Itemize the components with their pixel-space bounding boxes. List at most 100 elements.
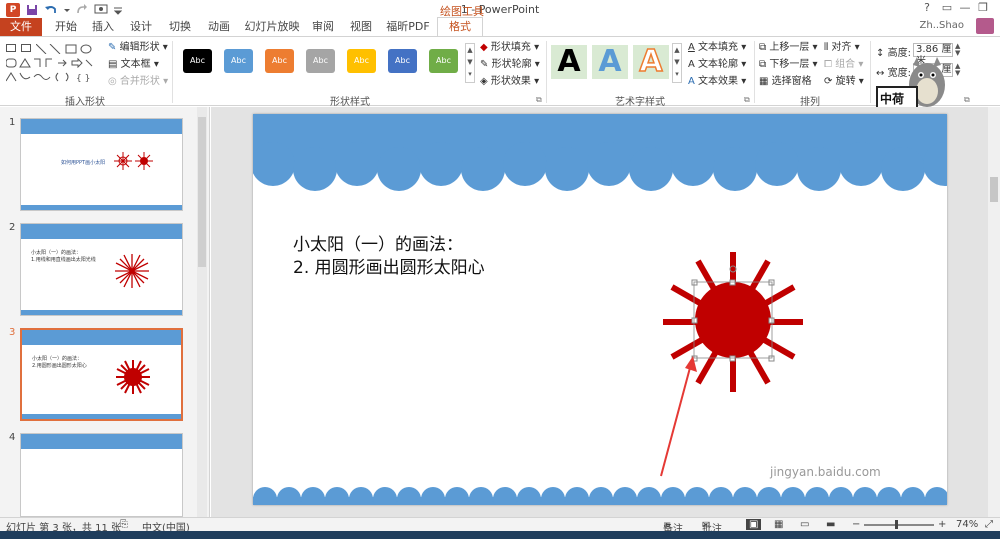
text-box-button[interactable]: ▤ 文本框 ▾ — [108, 58, 159, 72]
shape-style-gray[interactable]: Abc — [306, 49, 335, 73]
line-shapes-icon[interactable] — [36, 44, 96, 54]
title-bar: P 1 - PowerPoint 绘图工具 ? ▭ — ❐ — [0, 0, 1000, 20]
shape-style-dark-blue[interactable]: Abc — [388, 49, 417, 73]
ribbon-display-icon[interactable]: ▭ — [938, 1, 956, 17]
tab-review[interactable]: 审阅 — [308, 18, 338, 36]
user-name[interactable]: Zh..Shao — [920, 20, 964, 31]
shape-style-orange[interactable]: Abc — [265, 49, 294, 73]
text-effects-button[interactable]: A 文本效果 ▾ — [688, 75, 746, 89]
shape-style-blue[interactable]: Abc — [224, 49, 253, 73]
tab-view[interactable]: 视图 — [346, 18, 376, 36]
basic-shapes-icon[interactable] — [6, 58, 98, 68]
size-spinner-icon[interactable]: ▲ ▼ — [955, 63, 960, 77]
textbox-shape-icon[interactable] — [6, 44, 16, 52]
slide-thumbnails-panel[interactable]: 1 如何用PPT画小太阳 2 小太阳（一）的画法： 1.用线和用直线画出太阳光线… — [0, 107, 210, 517]
shape-style-gold[interactable]: Abc — [347, 49, 376, 73]
vertical-textbox-shape-icon[interactable] — [21, 44, 31, 52]
shape-fill-icon: ◆ — [480, 42, 488, 53]
shape-effects-button[interactable]: ◈ 形状效果 ▾ — [480, 75, 539, 89]
watermark-text: jingyan.baidu.com — [770, 465, 881, 479]
ribbon-tabs: 文件 开始 插入 设计 切换 动画 幻灯片放映 审阅 视图 福昕PDF 格式 Z… — [0, 17, 1000, 37]
tab-insert[interactable]: 插入 — [88, 18, 118, 36]
scrollbar-thumb[interactable] — [198, 117, 206, 267]
slide-text-line-1[interactable]: 小太阳（一）的画法： — [293, 230, 463, 255]
rotate-button[interactable]: ⟳ 旋转 ▾ — [824, 75, 864, 89]
group-separator — [172, 41, 173, 103]
thumbnail-text: 如何用PPT画小太阳 — [61, 160, 106, 166]
tab-design[interactable]: 设计 — [126, 18, 156, 36]
selection-pane-button[interactable]: ▦ 选择窗格 — [759, 75, 812, 89]
align-button[interactable]: ⫴ 对齐 ▾ — [824, 41, 860, 55]
wordart-style-black[interactable]: A — [551, 45, 587, 79]
dialog-launcher-icon[interactable]: ⧉ — [744, 95, 750, 105]
slide-canvas[interactable]: 小太阳（一）的画法： 2. 用圆形画出圆形太阳心 — [211, 107, 988, 517]
send-backward-button[interactable]: ⧉ 下移一层 ▾ — [759, 58, 818, 72]
shape-style-black[interactable]: Abc — [183, 49, 212, 73]
reading-view-icon[interactable]: ▭ — [800, 519, 809, 530]
merge-shapes-button[interactable]: ◎ 合并形状 ▾ — [108, 75, 168, 89]
group-icon: ⧠ — [824, 59, 832, 70]
spellcheck-icon[interactable]: ⎘ — [120, 519, 128, 530]
tab-foxit-pdf[interactable]: 福昕PDF — [382, 18, 434, 36]
group-button[interactable]: ⧠ 组合 ▾ — [824, 58, 863, 72]
slide[interactable]: 小太阳（一）的画法： 2. 用圆形画出圆形太阳心 — [253, 114, 947, 505]
tab-transitions[interactable]: 切换 — [165, 18, 195, 36]
shape-outline-button[interactable]: ✎ 形状轮廓 ▾ — [480, 58, 540, 72]
dialog-launcher-icon[interactable]: ⧉ — [964, 95, 970, 105]
thumbnail-number: 4 — [9, 432, 16, 443]
size-spinner-icon[interactable]: ▲ ▼ — [955, 43, 960, 57]
sun-icon — [114, 152, 153, 170]
canvas-scrollbar[interactable] — [988, 107, 1000, 517]
thumbnail-scrollbar[interactable] — [197, 107, 207, 517]
zoom-out-icon[interactable]: − — [852, 519, 860, 530]
zoom-in-icon[interactable]: + — [938, 519, 946, 530]
selection-pane-icon: ▦ — [759, 76, 769, 87]
zoom-slider-thumb[interactable] — [895, 520, 898, 529]
wordart-style-blue[interactable]: A — [592, 45, 628, 79]
sun-center-circle[interactable] — [695, 282, 771, 358]
bring-forward-button[interactable]: ⧉ 上移一层 ▾ — [759, 41, 818, 55]
shape-style-green[interactable]: Abc — [429, 49, 458, 73]
zoom-slider[interactable] — [864, 524, 934, 526]
shape-fill-button[interactable]: ◆ 形状填充 ▾ — [480, 41, 539, 55]
slideshow-view-icon[interactable]: ▬ — [826, 519, 835, 530]
dialog-launcher-icon[interactable]: ⧉ — [536, 95, 542, 105]
shapes-gallery[interactable]: { } — [4, 42, 100, 82]
slide-sorter-icon[interactable]: ▦ — [774, 519, 783, 530]
window-title: 1 - PowerPoint — [460, 3, 540, 16]
wordart-group-label: 艺术字样式 — [615, 97, 665, 108]
zoom-level[interactable]: 74% — [956, 519, 978, 530]
text-fill-button[interactable]: A 文本填充 ▾ — [688, 41, 746, 55]
text-outline-button[interactable]: A 文本轮廓 ▾ — [688, 58, 746, 72]
help-icon[interactable]: ? — [918, 1, 936, 17]
normal-view-icon[interactable]: ▣ — [746, 519, 762, 530]
slide-thumbnail-3[interactable]: 小太阳（一）的画法： 2.用圆形画出圆形太阳心 — [20, 328, 183, 421]
wordart-style-orange-outline[interactable]: A — [633, 44, 669, 79]
slide-thumbnail-2[interactable]: 小太阳（一）的画法： 1.用线和用直线画出太阳光线 — [20, 223, 183, 316]
minimize-icon[interactable]: — — [956, 1, 974, 17]
slide-thumbnail-1[interactable]: 如何用PPT画小太阳 — [20, 118, 183, 211]
slide-thumbnail-4[interactable] — [20, 433, 183, 517]
scrollbar-thumb[interactable] — [990, 177, 998, 202]
tab-home[interactable]: 开始 — [50, 18, 82, 36]
thumbnail-number: 2 — [9, 222, 16, 233]
tab-format[interactable]: 格式 — [437, 17, 483, 37]
ribbon: { } ✎ 编辑形状 ▾ ▤ 文本框 ▾ ◎ 合并形状 ▾ 插入形状 Abc A… — [0, 36, 1000, 115]
send-backward-icon: ⧉ — [759, 59, 767, 70]
shape-outline-icon: ✎ — [480, 59, 489, 70]
tab-slideshow[interactable]: 幻灯片放映 — [242, 18, 302, 36]
tab-animations[interactable]: 动画 — [204, 18, 234, 36]
windows-taskbar — [0, 531, 1000, 539]
wordart-scroll[interactable]: ▲ ▼ ▾ — [672, 43, 682, 83]
merge-shapes-icon: ◎ — [108, 76, 117, 87]
more-shapes-icon[interactable]: { } — [6, 72, 98, 82]
slide-text-line-2[interactable]: 2. 用圆形画出圆形太阳心 — [293, 253, 485, 278]
user-avatar[interactable] — [976, 18, 994, 34]
height-input[interactable]: 3.86 厘米 — [913, 43, 953, 67]
tab-file[interactable]: 文件 — [0, 18, 42, 36]
text-effects-icon: A — [688, 76, 695, 87]
edit-shape-button[interactable]: ✎ 编辑形状 ▾ — [108, 41, 168, 55]
fit-slide-icon[interactable]: ⤢ — [985, 519, 993, 530]
restore-icon[interactable]: ❐ — [974, 1, 992, 17]
shape-styles-scroll[interactable]: ▲ ▼ ▾ — [465, 43, 475, 83]
